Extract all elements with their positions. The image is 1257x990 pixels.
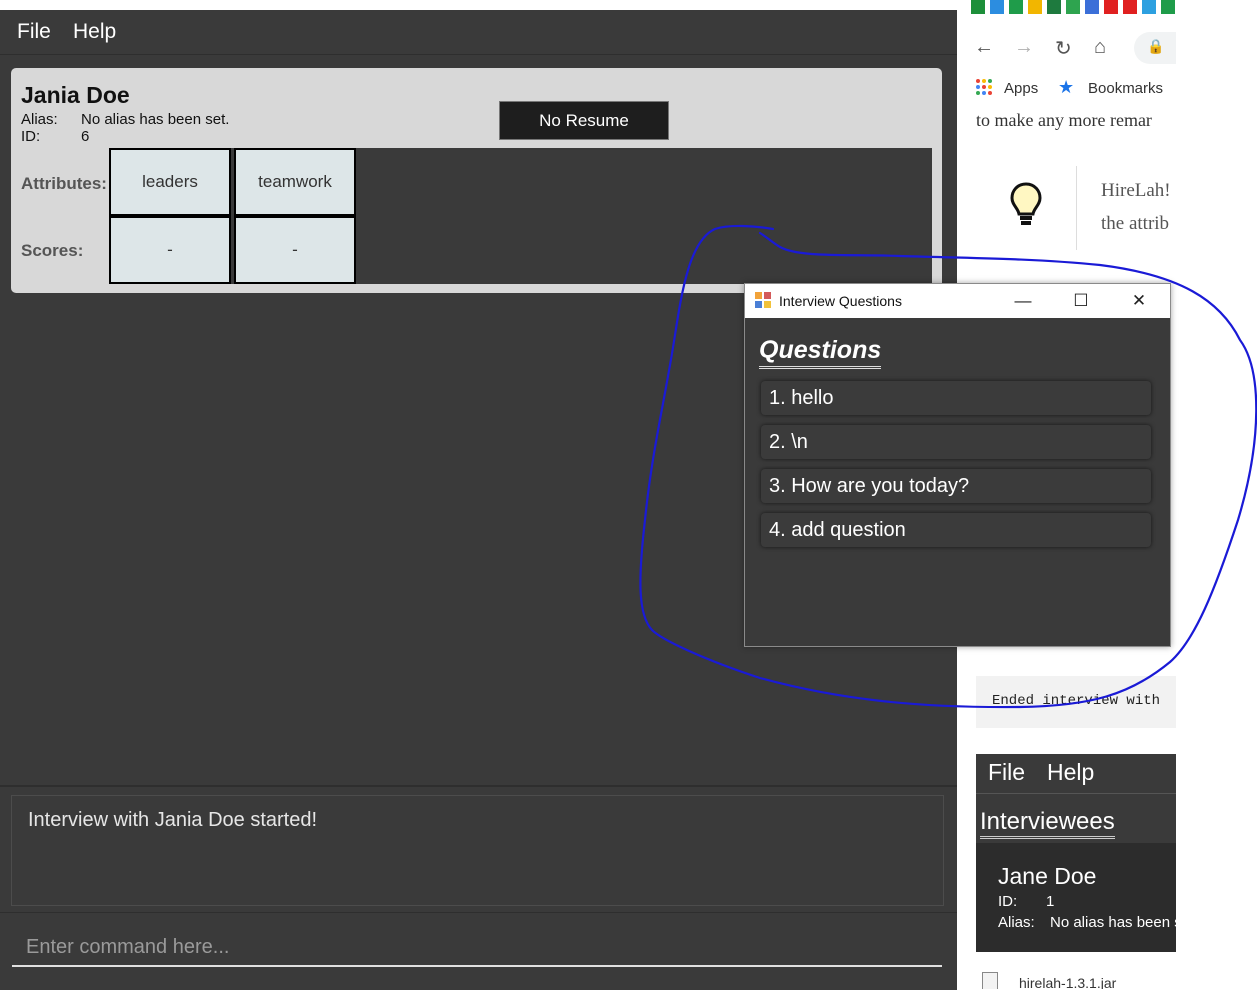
preview-help-menu: Help	[1047, 759, 1095, 785]
interviewee-card: Jania Doe Alias: No alias has been set. …	[11, 68, 942, 293]
result-message: Interview with Jania Doe started!	[28, 809, 318, 831]
tip-text-line: HireLah!	[1101, 180, 1171, 201]
help-menu[interactable]: Help	[73, 20, 116, 44]
divider	[0, 785, 957, 787]
bookmarks-bar: Apps ★ Bookmarks	[957, 77, 1176, 102]
screenshot-preview: File Help Interviewees Jane Doe ID: 1 Al…	[976, 754, 1176, 952]
score-cell: -	[109, 216, 231, 284]
extension-icon[interactable]	[1009, 0, 1023, 14]
address-bar[interactable]: 🔒	[1134, 32, 1176, 64]
extension-icon[interactable]	[1028, 0, 1042, 14]
back-icon[interactable]: ←	[974, 36, 994, 59]
apps-grid-icon[interactable]	[975, 78, 993, 96]
question-item[interactable]: 1. hello	[761, 381, 1151, 415]
preview-id-value: 1	[1046, 893, 1055, 910]
preview-alias-label: Alias:	[998, 914, 1035, 931]
id-value: 6	[81, 128, 90, 145]
command-input[interactable]	[12, 929, 942, 967]
home-icon[interactable]: ⌂	[1094, 36, 1106, 59]
extension-icon[interactable]	[1047, 0, 1061, 14]
dialog-title: Interview Questions	[779, 293, 902, 309]
id-label: ID:	[21, 128, 41, 145]
tip-text-line: the attrib	[1101, 213, 1170, 234]
preview-title: Interviewees	[980, 808, 1115, 839]
forward-icon[interactable]: →	[1014, 36, 1034, 59]
preview-divider	[976, 793, 1176, 794]
code-block: Ended interview with	[976, 676, 1176, 728]
file-menu[interactable]: File	[17, 20, 51, 44]
browser-navbar: ← → ↻ ⌂ 🔒	[957, 28, 1176, 68]
extension-icon[interactable]	[1104, 0, 1118, 14]
resume-button[interactable]: No Resume	[499, 101, 669, 140]
alias-label: Alias:	[21, 111, 58, 128]
interview-questions-dialog: Interview Questions — ☐ ✕ Questions 1. h…	[744, 283, 1171, 647]
extension-strip	[957, 0, 1176, 16]
question-item[interactable]: 2. \n	[761, 425, 1151, 459]
reload-icon[interactable]: ↻	[1055, 36, 1072, 61]
extension-icon[interactable]	[990, 0, 1004, 14]
lock-icon: 🔒	[1147, 38, 1165, 54]
extension-icon[interactable]	[1123, 0, 1137, 14]
questions-heading: Questions	[759, 336, 882, 369]
bookmarks-link[interactable]: Bookmarks	[1088, 80, 1163, 97]
question-item[interactable]: 3. How are you today?	[761, 469, 1151, 503]
extension-icon[interactable]	[1161, 0, 1175, 14]
dialog-titlebar[interactable]: Interview Questions — ☐ ✕	[745, 284, 1170, 318]
interviewee-name: Jania Doe	[21, 82, 130, 108]
maximize-icon[interactable]: ☐	[1066, 288, 1096, 314]
close-icon[interactable]: ✕	[1124, 288, 1154, 314]
tip-divider	[1076, 166, 1077, 250]
result-display: Interview with Jania Doe started!	[11, 795, 944, 906]
attribute-cell: teamwork	[234, 148, 356, 216]
score-cell: -	[234, 216, 356, 284]
preview-file-menu: File	[988, 759, 1026, 785]
alias-value: No alias has been set.	[81, 111, 230, 128]
extension-icon[interactable]	[1085, 0, 1099, 14]
page-paragraph: to make any more remar	[976, 110, 1152, 130]
star-icon: ★	[1058, 77, 1075, 97]
preview-alias-value: No alias has been s	[1050, 914, 1176, 931]
preview-name: Jane Doe	[998, 863, 1097, 889]
code-text: Ended interview with	[992, 693, 1161, 709]
jar-file-icon	[982, 972, 998, 989]
scores-label: Scores:	[21, 241, 84, 260]
attributes-panel	[109, 148, 932, 284]
preview-card: Jane Doe ID: 1 Alias: No alias has been …	[976, 843, 1176, 952]
download-filename: hirelah-1.3.1.jar	[1019, 975, 1117, 989]
window-top-strip	[0, 0, 957, 10]
attribute-cell: leaders	[109, 148, 231, 216]
menubar: File Help	[0, 10, 957, 55]
apps-link[interactable]: Apps	[1004, 80, 1038, 97]
minimize-icon[interactable]: —	[1008, 288, 1038, 314]
question-item[interactable]: 4. add question	[761, 513, 1151, 547]
lightbulb-icon	[1008, 180, 1044, 228]
extension-icon[interactable]	[1066, 0, 1080, 14]
command-area	[0, 912, 957, 990]
extension-icon[interactable]	[1142, 0, 1156, 14]
app-icon	[754, 291, 772, 309]
extension-icon[interactable]	[971, 0, 985, 14]
attributes-label: Attributes:	[21, 174, 107, 193]
preview-id-label: ID:	[998, 893, 1018, 910]
